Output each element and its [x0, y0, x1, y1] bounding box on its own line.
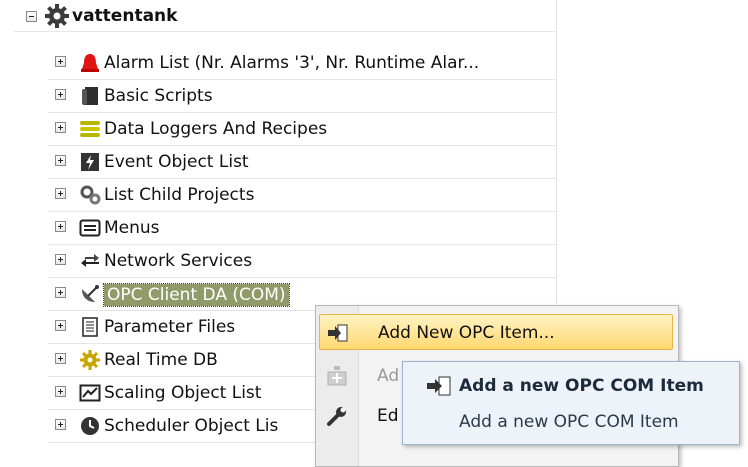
submenu-title: Add a new OPC COM Item [459, 376, 704, 396]
database-icon [80, 121, 100, 137]
tree-item-label: OPC Client DA (COM) [103, 283, 290, 307]
tree-item-label: Alarm List (Nr. Alarms '3', Nr. Runtime … [104, 53, 480, 73]
expand-icon[interactable] [55, 188, 66, 199]
tree-root-label: vattentank [72, 6, 178, 26]
tree-root-vattentank[interactable]: vattentank [14, 0, 556, 32]
menu-item-label: Ed [377, 406, 399, 426]
collapse-icon[interactable] [26, 11, 37, 22]
satellite-dish-icon [82, 285, 99, 302]
tree-item-network-services[interactable]: Network Services [48, 245, 556, 278]
tree-item-alarm-list[interactable]: Alarm List (Nr. Alarms '3', Nr. Runtime … [48, 47, 556, 80]
tree-item-label: Data Loggers And Recipes [104, 119, 328, 139]
tree-item-label: List Child Projects [104, 185, 255, 205]
expand-icon[interactable] [55, 419, 66, 430]
submenu-add-opc-com-item[interactable]: Add a new OPC COM Item Add a new OPC COM… [402, 361, 740, 445]
expand-icon[interactable] [55, 122, 66, 133]
menu-item-label: Ad [377, 366, 400, 386]
tree-item-basic-scripts[interactable]: Basic Scripts [48, 80, 556, 113]
tree-item-label: Basic Scripts [104, 86, 213, 106]
tree-item-label: Real Time DB [104, 350, 218, 370]
script-icon [82, 87, 98, 105]
event-icon [81, 153, 99, 171]
add-disabled-icon [327, 366, 347, 386]
tree-item-data-loggers[interactable]: Data Loggers And Recipes [48, 113, 556, 146]
tree-item-label: Event Object List [104, 152, 249, 172]
tree-item-label: Menus [104, 218, 160, 238]
gears-icon [80, 185, 101, 205]
expand-icon[interactable] [55, 353, 66, 364]
menu-item-label: Add New OPC Item... [378, 323, 555, 343]
expand-icon[interactable] [55, 254, 66, 265]
add-item-arrow-icon [328, 324, 348, 342]
submenu-description: Add a new OPC COM Item [459, 412, 679, 432]
wrench-icon [327, 407, 346, 426]
document-icon [82, 317, 98, 337]
clock-icon [81, 417, 99, 435]
tree-item-label: Parameter Files [104, 317, 236, 337]
tree-item-label: Scheduler Object Lis [104, 416, 279, 436]
expand-icon[interactable] [55, 221, 66, 232]
scaling-icon [79, 384, 101, 402]
expand-icon[interactable] [55, 386, 66, 397]
menu-item-add-new-opc-item[interactable]: Add New OPC Item... [319, 314, 673, 350]
tree-item-event-object-list[interactable]: Event Object List [48, 146, 556, 179]
expand-icon[interactable] [55, 56, 66, 67]
expand-icon[interactable] [55, 320, 66, 331]
add-item-arrow-icon [427, 376, 451, 396]
tree-item-list-child-projects[interactable]: List Child Projects [48, 179, 556, 212]
menu-window-icon [79, 219, 101, 237]
gear-cog-icon [45, 4, 69, 28]
gear-cog-icon [80, 350, 100, 370]
expand-icon[interactable] [55, 89, 66, 100]
expand-icon[interactable] [55, 155, 66, 166]
expand-icon[interactable] [55, 287, 66, 298]
tree-item-label: Network Services [104, 251, 253, 271]
alarm-bell-icon [81, 54, 99, 72]
network-arrows-icon [81, 254, 99, 267]
tree-item-label: Scaling Object List [104, 383, 262, 403]
tree-item-menus[interactable]: Menus [48, 212, 556, 245]
